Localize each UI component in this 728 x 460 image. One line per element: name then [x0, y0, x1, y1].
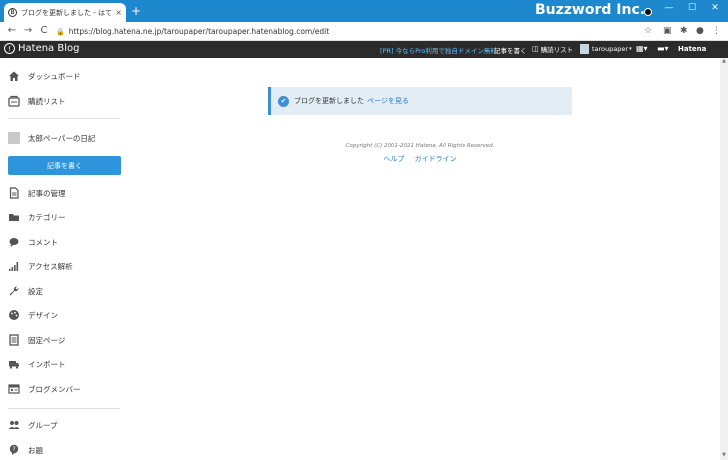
read-list-label: 購読リスト — [540, 46, 574, 54]
logo-text: Hatena Blog — [18, 43, 80, 54]
user-menu[interactable]: taroupaper ▾ — [580, 44, 632, 54]
avatar — [580, 44, 589, 54]
extension-icon[interactable]: ▣ — [663, 26, 672, 36]
group-icon — [8, 419, 20, 431]
sidebar-item-reading-list[interactable]: 購読リスト — [0, 91, 128, 111]
reading-list-icon — [8, 95, 20, 107]
sidebar-item-design[interactable]: デザイン — [0, 305, 128, 325]
sidebar-divider — [8, 408, 120, 409]
browser-toolbar: ← → C 🔒 https://blog.hatena.ne.jp/taroup… — [0, 22, 728, 41]
hatena-blog-logo[interactable]: ! Hatena Blog — [4, 43, 79, 54]
sidebar-item-label: 設定 — [28, 286, 43, 296]
wrench-icon — [8, 285, 20, 297]
sidebar-divider — [8, 118, 120, 119]
sidebar-item-label: お題 — [28, 445, 43, 455]
palette-icon — [8, 309, 20, 321]
sidebar-item-settings[interactable]: 設定 — [0, 281, 128, 301]
url-text: https://blog.hatena.ne.jp/taroupaper/tar… — [68, 27, 330, 36]
bookmark-star-icon[interactable]: ☆ — [644, 26, 652, 36]
brand-overlay: Buzzword Inc. — [535, 2, 646, 18]
maximize-button[interactable]: ☐ — [686, 3, 698, 13]
username: taroupaper — [592, 45, 629, 53]
header-read-list[interactable]: ◫ 購読リスト — [532, 44, 573, 54]
sidebar-item-categories[interactable]: カテゴリー — [0, 207, 128, 227]
reload-button[interactable]: C — [38, 25, 50, 36]
address-bar[interactable]: 🔒 https://blog.hatena.ne.jp/taroupaper/t… — [56, 25, 656, 38]
members-icon — [8, 383, 20, 395]
copyright-text: Copyright (C) 2001-2021 Hatena. All Righ… — [345, 143, 495, 149]
hatena-header: ! Hatena Blog [PR] 今ならPro利用で独自ドメイン無料 記事を… — [0, 41, 728, 58]
blog-name-label: 太郎ペーパーの日記 — [28, 133, 96, 143]
sidebar-item-label: 固定ページ — [28, 335, 66, 345]
sidebar-item-articles[interactable]: 記事の管理 — [0, 183, 128, 203]
browser-tab[interactable]: B ブログを更新しました - はてなブログ × — [4, 3, 126, 22]
browser-titlebar: B ブログを更新しました - はてなブログ × + Buzzword Inc. … — [0, 0, 728, 22]
view-page-link[interactable]: ページを見る — [367, 96, 409, 106]
sidebar-item-group[interactable]: グループ — [0, 415, 128, 435]
sidebar-item-label: インポート — [28, 359, 66, 369]
guideline-link[interactable]: ガイドライン — [415, 155, 457, 163]
pages-icon — [8, 334, 20, 346]
sidebar-item-comments[interactable]: コメント — [0, 232, 128, 252]
notification-icon[interactable]: ▬▾ — [657, 44, 669, 53]
sidebar-item-label: 購読リスト — [28, 96, 66, 106]
comment-icon — [8, 236, 20, 248]
check-icon: ✔ — [278, 95, 289, 107]
sidebar-item-label: ダッシュボード — [28, 71, 81, 81]
back-button[interactable]: ← — [6, 25, 18, 36]
write-article-button[interactable]: 記事を書く — [8, 156, 121, 175]
account-icon[interactable]: ● — [696, 26, 704, 36]
apps-grid-icon[interactable]: ▦▾ — [636, 44, 648, 53]
sidebar-item-blog-members[interactable]: ブログメンバー — [0, 379, 128, 399]
sidebar-item-label: コメント — [28, 237, 58, 247]
scroll-down-icon[interactable]: ▼ — [720, 452, 728, 460]
minimize-button[interactable]: — — [663, 3, 675, 13]
sidebar-blog-name[interactable]: 太郎ペーパーの日記 — [0, 128, 128, 148]
header-write-link[interactable]: 記事を書く — [494, 45, 527, 55]
sidebar-item-label: ブログメンバー — [28, 384, 81, 394]
forward-button[interactable]: → — [22, 25, 34, 36]
logo-mark-icon: ! — [4, 43, 15, 54]
sidebar-item-theme[interactable]: ? お題 — [0, 440, 128, 460]
hatena-favicon-icon: B — [8, 8, 17, 17]
tab-title: ブログを更新しました - はてなブログ — [21, 8, 113, 17]
topic-icon: ? — [8, 444, 20, 456]
document-icon — [8, 187, 20, 199]
notice-text: ブログを更新しました — [294, 97, 364, 105]
sidebar: ダッシュボード 購読リスト 太郎ペーパーの日記 記事を書く 記事の管理 カテゴリ… — [0, 58, 128, 460]
promo-link[interactable]: [PR] 今ならPro利用で独自ドメイン無料 — [380, 45, 497, 55]
sidebar-item-fixed-pages[interactable]: 固定ページ — [0, 330, 128, 350]
sidebar-item-label: グループ — [28, 420, 58, 430]
folder-icon — [8, 211, 20, 223]
sidebar-item-label: カテゴリー — [28, 212, 66, 222]
scrollbar[interactable]: ▲ ▼ — [720, 58, 728, 460]
read-list-icon: ◫ — [532, 45, 539, 53]
lock-icon: 🔒 — [56, 27, 65, 36]
sidebar-item-label: 記事の管理 — [28, 188, 66, 198]
sidebar-item-label: アクセス解析 — [28, 261, 73, 271]
signal-icon — [8, 260, 20, 272]
scroll-up-icon[interactable]: ▲ — [720, 58, 728, 66]
profile-icon[interactable] — [644, 8, 652, 16]
menu-dots-icon[interactable]: ⋮ — [712, 26, 721, 36]
tab-close-icon[interactable]: × — [115, 8, 122, 17]
sidebar-item-label: デザイン — [28, 310, 58, 320]
sidebar-item-analytics[interactable]: アクセス解析 — [0, 256, 128, 276]
help-link[interactable]: ヘルプ — [383, 155, 404, 163]
close-window-button[interactable]: ✕ — [709, 3, 721, 13]
puzzle-icon[interactable]: ✱ — [680, 26, 688, 36]
truck-icon — [8, 358, 20, 370]
hatena-link[interactable]: Hatena — [678, 45, 706, 53]
home-icon — [8, 70, 20, 82]
chevron-down-icon: ▾ — [629, 46, 632, 52]
new-tab-button[interactable]: + — [131, 4, 141, 18]
blog-thumbnail-icon — [8, 132, 20, 144]
update-notice: ✔ ブログを更新しました ページを見る — [268, 87, 572, 115]
footer-links: ヘルプ ガイドライン — [268, 154, 572, 164]
sidebar-item-import[interactable]: インポート — [0, 354, 128, 374]
svg-text:?: ? — [12, 446, 15, 453]
sidebar-item-dashboard[interactable]: ダッシュボード — [0, 66, 128, 86]
